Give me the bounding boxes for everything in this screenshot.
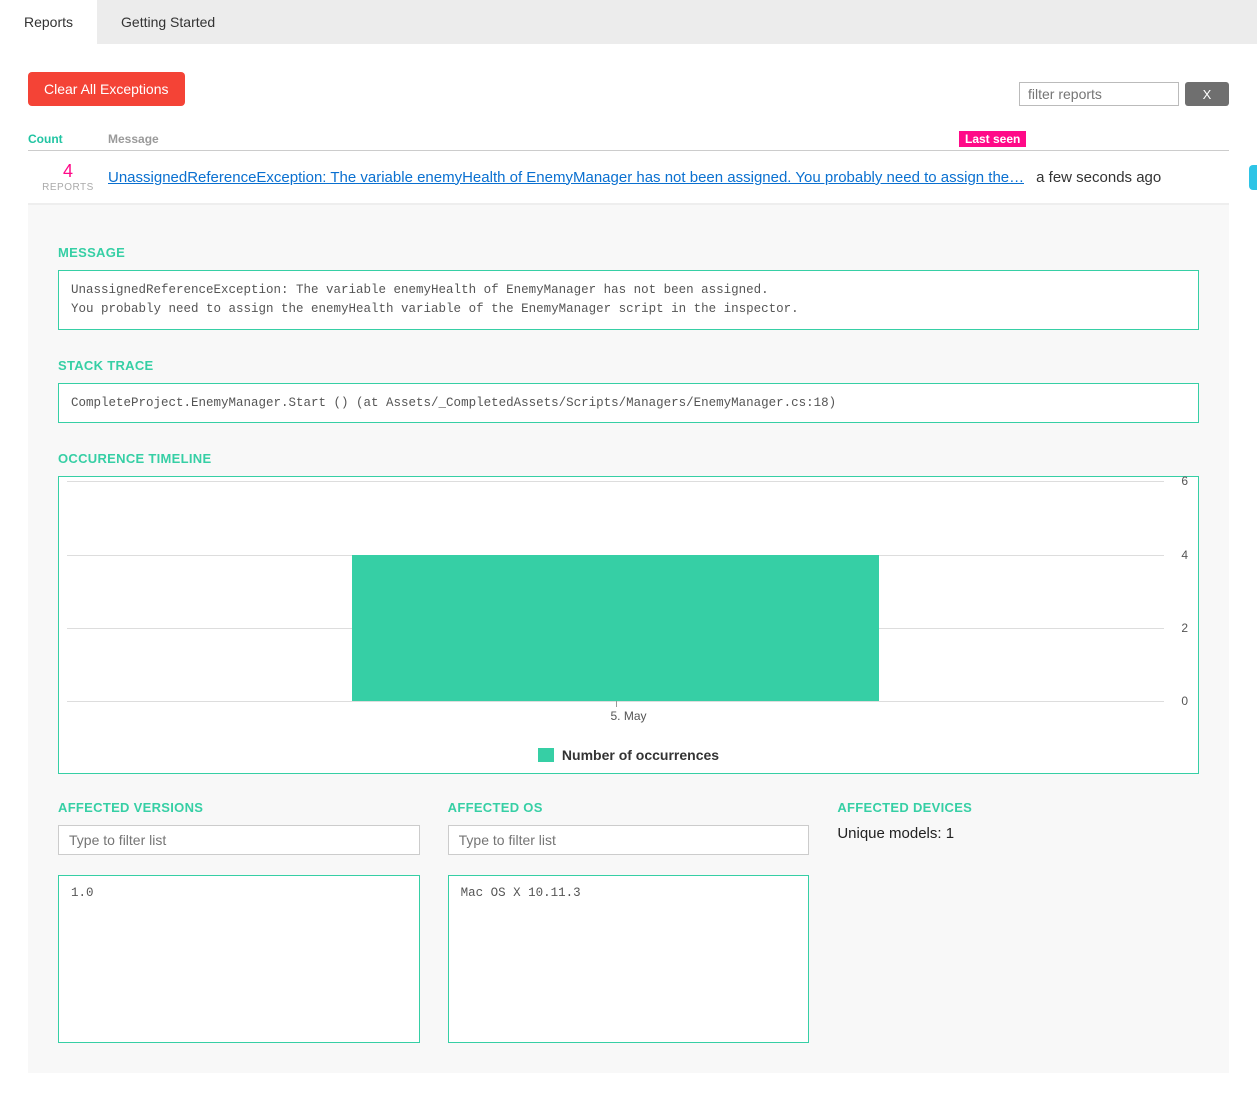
table-header: Count Message Last seen [28,128,1229,151]
os-filter-input[interactable] [448,825,810,855]
message-section-title: MESSAGE [58,245,1199,260]
stack-trace-body: CompleteProject.EnemyManager.Start () (a… [58,383,1199,424]
message-body: UnassignedReferenceException: The variab… [58,270,1199,330]
affected-versions-title: AFFECTED VERSIONS [58,800,420,815]
affected-os-title: AFFECTED OS [448,800,810,815]
close-button[interactable]: Close [1249,165,1257,190]
exception-message-link[interactable]: UnassignedReferenceException: The variab… [108,169,1024,186]
col-last-seen[interactable]: Last seen [959,132,1149,146]
chart-y-tick: 0 [1181,694,1188,708]
affected-versions-section: AFFECTED VERSIONS 1.0 [58,800,420,1043]
os-list: Mac OS X 10.11.3 [448,875,810,1043]
col-count[interactable]: Count [28,132,108,146]
versions-list: 1.0 [58,875,420,1043]
affected-devices-title: AFFECTED DEVICES [837,800,1199,815]
toolbar: Clear All Exceptions X [28,72,1229,106]
stack-trace-section-title: STACK TRACE [58,358,1199,373]
legend-label: Number of occurrences [562,747,719,763]
last-seen-value: a few seconds ago [1036,169,1226,186]
tab-reports[interactable]: Reports [0,0,97,44]
detail-panel: MESSAGE UnassignedReferenceException: Th… [28,205,1229,1073]
filter-reports-input[interactable] [1019,82,1179,106]
timeline-chart: 0 2 4 6 5. May Number of occurrences [58,476,1199,774]
count-value: 4 [28,161,108,182]
affected-os-section: AFFECTED OS Mac OS X 10.11.3 [448,800,810,1043]
chart-bar [352,555,879,702]
chart-x-tick-label: 5. May [63,709,1194,723]
versions-filter-input[interactable] [58,825,420,855]
chart-y-tick: 4 [1181,548,1188,562]
tab-getting-started[interactable]: Getting Started [97,0,239,44]
col-message[interactable]: Message [108,132,959,146]
tab-bar: Reports Getting Started [0,0,1257,44]
clear-all-exceptions-button[interactable]: Clear All Exceptions [28,72,185,106]
timeline-section-title: OCCURENCE TIMELINE [58,451,1199,466]
chart-y-tick: 6 [1181,474,1188,488]
legend-swatch [538,748,554,762]
unique-models-text: Unique models: 1 [837,825,1199,842]
chart-y-tick: 2 [1181,621,1188,635]
count-label: REPORTS [28,182,108,193]
table-row[interactable]: 4 REPORTS UnassignedReferenceException: … [28,151,1229,205]
count-cell: 4 REPORTS [28,161,108,193]
affected-devices-section: AFFECTED DEVICES Unique models: 1 [837,800,1199,1043]
clear-filter-button[interactable]: X [1185,82,1229,106]
